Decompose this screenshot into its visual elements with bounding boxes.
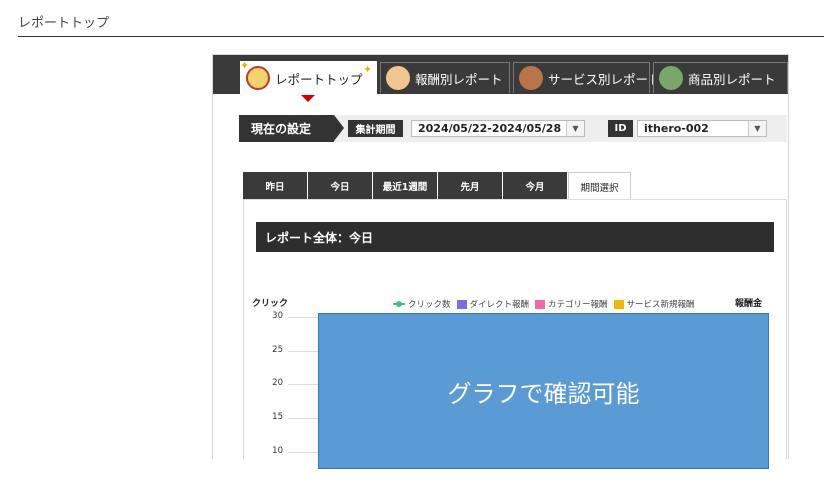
- nav-tab-bar: レポートトップ ✦ ✦ 報酬別レポート サービス別レポート 商品別レポート: [213, 55, 788, 94]
- tab-this-month[interactable]: 今月: [503, 172, 568, 200]
- y-axis-label-left: クリック: [252, 299, 289, 309]
- title-divider: [18, 36, 824, 37]
- tab-report-top[interactable]: レポートトップ: [240, 61, 377, 94]
- period-label: 集計期間: [348, 120, 403, 137]
- hero-mascot-icon: [246, 66, 270, 90]
- page-title: レポートトップ: [18, 16, 110, 31]
- active-tab-indicator-icon: [301, 95, 315, 102]
- period-value: 2024/05/22-2024/05/28: [418, 122, 562, 135]
- y-tick-label: 30: [272, 311, 283, 321]
- fox-icon: [386, 66, 410, 90]
- y-axis-label-right: 報酬金: [735, 299, 763, 309]
- gridline: [288, 418, 318, 419]
- gridline: [288, 351, 318, 352]
- legend-item: サービス新規報酬: [626, 300, 695, 310]
- tab-product-report[interactable]: 商品別レポート: [653, 62, 788, 93]
- tab-today[interactable]: 今日: [308, 172, 373, 200]
- id-value: ithero-002: [644, 122, 709, 135]
- legend-swatch: [456, 299, 467, 309]
- id-select[interactable]: ithero-002 ▼: [637, 120, 767, 137]
- chevron-down-icon: ▼: [748, 121, 766, 136]
- bear-icon: [519, 66, 543, 90]
- tab-reward-report[interactable]: 報酬別レポート: [380, 62, 510, 93]
- tab-label: 報酬別レポート: [415, 71, 503, 87]
- tab-label: 商品別レポート: [688, 71, 776, 87]
- legend-line-marker: [393, 301, 405, 307]
- tab-last-month[interactable]: 先月: [438, 172, 503, 200]
- tab-last-week[interactable]: 最近1週間: [373, 172, 438, 200]
- y-tick-label: 25: [272, 345, 283, 355]
- legend-swatch: [535, 299, 546, 309]
- chart-legend: クリック数 ダイレクト報酬 カテゴリー報酬 サービス新規報酬: [393, 298, 695, 310]
- tab-label: サービス別レポート: [548, 71, 661, 87]
- tab-service-report[interactable]: サービス別レポート: [513, 62, 661, 93]
- legend-swatch: [613, 299, 624, 309]
- legend-item: クリック数: [408, 300, 451, 310]
- overlay-text: グラフで確認可能: [447, 379, 640, 408]
- y-tick-label: 20: [272, 378, 283, 388]
- tab-label: レポートトップ: [275, 71, 363, 87]
- sparkle-icon: ✦: [363, 63, 373, 76]
- chevron-down-icon: ▼: [566, 121, 584, 136]
- period-select[interactable]: 2024/05/22-2024/05/28 ▼: [411, 120, 585, 137]
- gridline: [288, 317, 318, 318]
- sparkle-icon: ✦: [240, 59, 250, 72]
- y-tick-label: 10: [272, 446, 283, 456]
- report-header: レポート全体：今日: [256, 222, 774, 252]
- gridline: [288, 452, 318, 453]
- tab-yesterday[interactable]: 昨日: [243, 172, 308, 200]
- legend-item: ダイレクト報酬: [469, 300, 530, 310]
- gridline: [288, 384, 318, 385]
- legend-item: カテゴリー報酬: [548, 300, 608, 310]
- id-label: ID: [608, 120, 633, 137]
- tab-period-select[interactable]: 期間選択: [568, 172, 631, 200]
- settings-title: 現在の設定: [239, 115, 344, 142]
- graph-placeholder-overlay: グラフで確認可能: [318, 313, 769, 469]
- y-tick-label: 15: [272, 412, 283, 422]
- settings-bar: 現在の設定 集計期間 2024/05/22-2024/05/28 ▼ ID it…: [239, 115, 787, 142]
- turtle-icon: [659, 66, 683, 90]
